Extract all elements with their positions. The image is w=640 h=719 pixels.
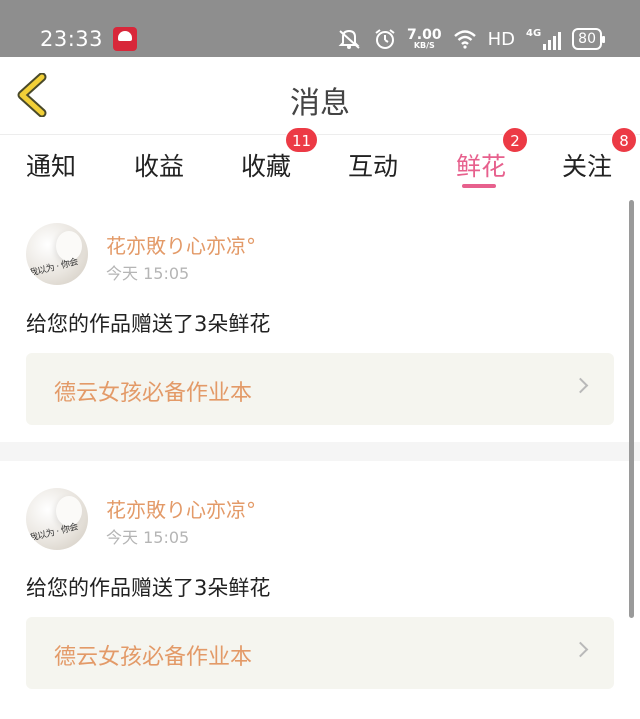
message-time: 今天 15:05 <box>106 264 190 283</box>
tab-following-badge: 8 <box>611 127 637 153</box>
wifi-icon <box>453 30 476 49</box>
tab-favorites[interactable]: 收藏 <box>241 147 291 183</box>
tab-flowers-badge: 2 <box>502 127 528 153</box>
list-item: 我以为 · 你会懂 花亦敗り心亦凉° 今天 15:05 给您的作品赠送了3朵鲜花… <box>0 195 640 442</box>
header: 消息 <box>0 57 640 135</box>
mute-icon <box>338 29 360 49</box>
sender-name[interactable]: 花亦敗り心亦凉° <box>106 494 256 523</box>
tab-flowers[interactable]: 鲜花 <box>456 147 506 183</box>
battery-level: 80 <box>578 31 596 47</box>
chevron-right-icon <box>572 377 589 394</box>
network-speed: 7.00 KB/S <box>407 27 442 50</box>
status-time: 23:33 <box>40 27 104 51</box>
message-time: 今天 15:05 <box>106 528 190 547</box>
tab-interactions[interactable]: 互动 <box>348 147 398 183</box>
tab-following[interactable]: 关注 <box>562 147 612 183</box>
work-title: 德云女孩必备作业本 <box>54 381 253 406</box>
flower-message-list: 我以为 · 你会懂 花亦敗り心亦凉° 今天 15:05 给您的作品赠送了3朵鲜花… <box>0 195 640 719</box>
list-item: 我以为 · 你会懂 花亦敗り心亦凉° 今天 15:05 给您的作品赠送了3朵鲜花… <box>0 461 640 719</box>
status-bar: 23:33 7.00 KB/S HD 4G 80 <box>0 0 640 57</box>
work-link[interactable]: 德云女孩必备作业本 <box>26 617 614 689</box>
tab-favorites-badge: 11 <box>285 127 319 153</box>
work-link[interactable]: 德云女孩必备作业本 <box>26 353 614 425</box>
battery-icon: 80 <box>572 28 605 50</box>
scrollbar[interactable] <box>629 200 634 618</box>
work-title: 德云女孩必备作业本 <box>54 645 253 670</box>
tab-bar: 通知 收益 收藏 11 互动 鲜花 2 关注 8 <box>0 127 640 195</box>
alarm-icon <box>375 29 395 49</box>
sender-name[interactable]: 花亦敗り心亦凉° <box>106 230 256 259</box>
avatar-caption: 我以为 · 你会懂 <box>28 257 79 285</box>
tab-notifications[interactable]: 通知 <box>26 147 76 183</box>
avatar[interactable]: 我以为 · 你会懂 <box>26 223 88 285</box>
active-tab-indicator <box>462 184 496 188</box>
chevron-right-icon <box>572 641 589 658</box>
app-notification-icon <box>113 27 137 51</box>
tab-earnings[interactable]: 收益 <box>134 147 184 183</box>
status-icons: 7.00 KB/S HD 4G 80 <box>337 25 605 53</box>
hd-label: HD <box>487 28 515 50</box>
avatar-caption: 我以为 · 你会懂 <box>28 522 79 550</box>
signal-icon: 4G <box>526 28 562 50</box>
message-text: 给您的作品赠送了3朵鲜花 <box>26 312 271 336</box>
message-text: 给您的作品赠送了3朵鲜花 <box>26 576 271 600</box>
avatar[interactable]: 我以为 · 你会懂 <box>26 488 88 550</box>
page-title: 消息 <box>290 86 350 121</box>
